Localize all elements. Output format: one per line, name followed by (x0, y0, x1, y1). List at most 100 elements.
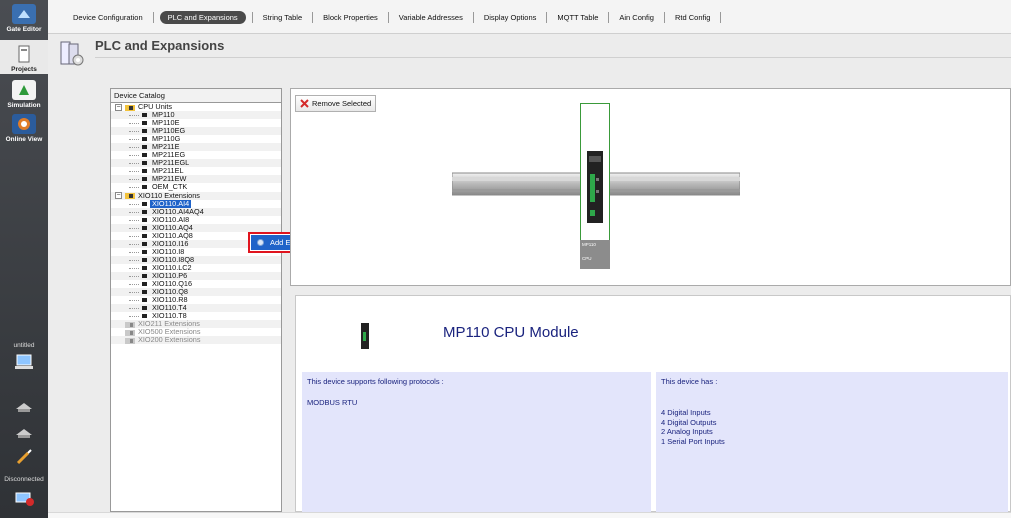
tab-separator (720, 12, 722, 23)
tree-item[interactable]: XIO110.AI8 (111, 215, 281, 224)
tab-ain-config[interactable]: Ain Config (609, 11, 664, 24)
device-chip-icon (142, 137, 147, 142)
tree-item[interactable]: MP211E (111, 143, 281, 152)
tree-item[interactable]: MP211EGL (111, 159, 281, 168)
tree-item[interactable]: XIO110.T4 (111, 304, 281, 313)
gate-editor-button[interactable]: Gate Editor (0, 4, 48, 36)
protocol-item: MODBUS RTU (307, 398, 358, 407)
tree-item[interactable]: MP211EG (111, 151, 281, 159)
projects-button[interactable]: Projects (0, 40, 48, 74)
device-chip-icon (142, 298, 147, 303)
remove-selected-button[interactable]: Remove Selected (295, 95, 377, 112)
tree-item[interactable]: MP211EW (111, 175, 281, 184)
gear-icon (257, 239, 264, 246)
device-chip-icon (142, 306, 147, 311)
projects-icon (12, 44, 36, 64)
collapse-toggle-icon[interactable]: − (115, 103, 122, 111)
feature-item: 1 Serial Port Inputs (661, 436, 725, 446)
tree-connector (129, 267, 139, 269)
collapse-toggle-icon[interactable]: − (115, 192, 122, 200)
status-strip (48, 512, 1011, 518)
folder-grey-icon (125, 329, 135, 336)
device-chip-icon (142, 257, 147, 262)
tree-connector (129, 171, 139, 173)
tree-item[interactable]: MP110E (111, 119, 281, 127)
disconnected-icon[interactable] (12, 488, 36, 508)
device-features-label: This device has : (661, 377, 718, 386)
online-view-button[interactable]: Online View (0, 114, 48, 144)
tree-connector (129, 292, 139, 294)
tree-item[interactable]: XIO110.P6 (111, 271, 281, 281)
tab-rtd-config[interactable]: Rtd Config (665, 11, 720, 24)
computer-icon[interactable] (12, 352, 36, 372)
wand-icon[interactable] (12, 447, 36, 467)
protocols-label: This device supports following protocols… (307, 377, 444, 386)
tree-connector (129, 131, 139, 133)
device-chip-icon (142, 169, 147, 174)
remove-selected-label: Remove Selected (312, 99, 372, 108)
tree-item[interactable]: XIO110.Q8 (111, 288, 281, 297)
tab-string-table[interactable]: String Table (253, 11, 312, 24)
device-chip-icon (142, 225, 147, 230)
tree-connector (129, 203, 139, 205)
device-chip-icon (142, 265, 147, 270)
device-chip-icon (142, 217, 147, 222)
tab-bar: Device Configuration PLC and Expansions … (48, 0, 1011, 34)
device-chip-icon (142, 185, 147, 190)
device-catalog-header: Device Catalog (111, 89, 281, 103)
plc-expansions-icon (58, 40, 86, 68)
tree-connector (129, 179, 139, 181)
connection-status-label: Disconnected (4, 476, 44, 483)
tab-device-configuration[interactable]: Device Configuration (63, 11, 153, 24)
online-view-label: Online View (5, 136, 43, 143)
cpu-module-label: MP110 CPU (580, 240, 610, 269)
title-divider (95, 57, 1011, 58)
upload-icon[interactable] (12, 396, 36, 416)
tree-connector (129, 259, 139, 261)
tree-connector (129, 147, 139, 149)
module-info-title: MP110 CPU Module (443, 324, 579, 341)
tree-item[interactable]: XIO110.LC2 (111, 263, 281, 272)
protocols-box: This device supports following protocols… (302, 372, 651, 512)
device-chip-icon (142, 201, 147, 206)
download-icon[interactable] (12, 422, 36, 442)
tree-item[interactable]: MP110 (111, 111, 281, 120)
tab-mqtt-table[interactable]: MQTT Table (547, 11, 608, 24)
folder-grey-icon (125, 337, 135, 344)
tree-group-xio110-extensions[interactable]: − XIO110 Extensions (111, 191, 281, 200)
device-chip-icon (142, 241, 147, 246)
tab-variable-addresses[interactable]: Variable Addresses (389, 11, 473, 24)
tree-item[interactable]: MP110EG (111, 127, 281, 136)
tree-item[interactable]: XIO110.Q16 (111, 280, 281, 288)
tree-item[interactable]: MP211EL (111, 167, 281, 175)
tree-item[interactable]: XIO110.R8 (111, 296, 281, 304)
tab-block-properties[interactable]: Block Properties (313, 11, 388, 24)
navigation-rail: Gate Editor Projects Simulation Online V… (0, 0, 48, 518)
device-chip-icon (142, 314, 147, 319)
plc-module-image (587, 151, 603, 223)
device-chip-icon (142, 129, 147, 134)
tree-connector (129, 251, 139, 253)
gate-editor-label: Gate Editor (6, 26, 42, 33)
tree-connector (129, 219, 139, 221)
tree-item[interactable]: MP110G (111, 135, 281, 143)
device-chip-icon (142, 113, 147, 118)
tab-plc-and-expansions[interactable]: PLC and Expansions (159, 11, 246, 24)
tab-display-options[interactable]: Display Options (474, 11, 547, 24)
tree-connector (129, 235, 139, 237)
tree-item[interactable]: XIO110.AI4AQ4 (111, 207, 281, 216)
tree-item[interactable]: XIO110.I8Q8 (111, 255, 281, 264)
device-chip-icon (142, 282, 147, 287)
tree-group-cpu-units[interactable]: − CPU Units (111, 103, 281, 111)
folder-icon (125, 192, 135, 200)
tree-item[interactable]: XIO110.AQ4 (111, 223, 281, 232)
feature-item: 4 Digital Inputs (661, 408, 711, 417)
tree-connector (129, 163, 139, 165)
simulation-button[interactable]: Simulation (0, 80, 48, 110)
tree-connector (129, 115, 139, 117)
tree-group-extension-group[interactable]: XIO200 Extensions (111, 336, 281, 345)
device-chip-icon (142, 209, 147, 214)
tree-connector (129, 284, 139, 286)
tree-connector (129, 316, 139, 318)
feature-item: 4 Digital Outputs (661, 417, 717, 427)
